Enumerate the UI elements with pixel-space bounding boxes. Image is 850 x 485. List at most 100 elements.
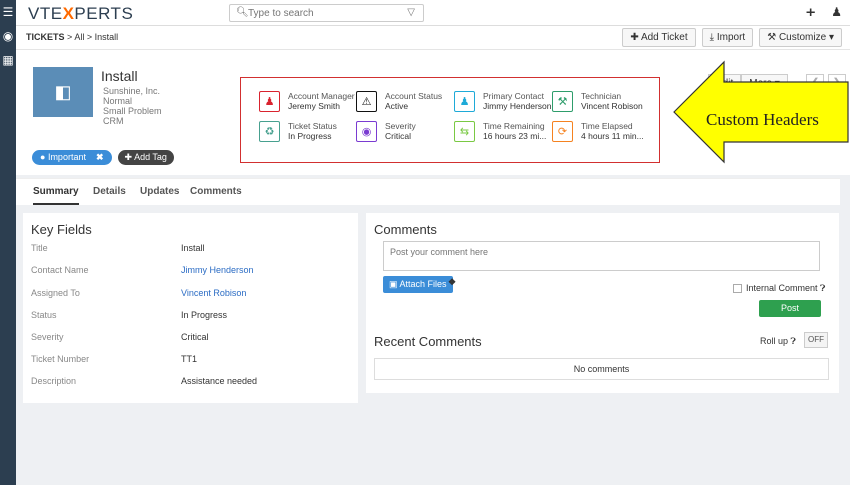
key-field-value[interactable]: In Progress <box>181 310 227 320</box>
plus-icon: ✚ <box>630 32 641 43</box>
contact-link[interactable]: Jimmy Henderson <box>181 265 254 275</box>
breadcrumb-module[interactable]: TICKETS <box>26 32 65 42</box>
breadcrumb-all[interactable]: All <box>74 32 84 42</box>
add-tag-button[interactable]: ✚ Add Tag <box>117 150 174 165</box>
key-field-label: Assigned To <box>31 288 80 298</box>
breadcrumb: TICKETS > All > Install <box>26 32 118 42</box>
comments-title: Comments <box>374 222 437 237</box>
key-field-value[interactable]: Critical <box>181 332 209 342</box>
import-button[interactable]: ⤓ Import <box>701 28 754 47</box>
header-field-ticket-status[interactable]: ♻ Ticket Status In Progress <box>259 120 359 146</box>
remove-tag-icon[interactable]: ✖︎ <box>96 152 104 162</box>
key-field-label: Description <box>31 376 77 386</box>
info-icon[interactable]: ❖ <box>448 277 456 288</box>
tab-updates[interactable]: Updates <box>140 186 179 197</box>
header-field-value: Jeremy Smith <box>288 101 340 111</box>
record-product: CRM <box>103 116 124 126</box>
rollup-toggle[interactable]: OFF <box>804 332 828 348</box>
add-ticket-button[interactable]: ✚ Add Ticket <box>622 28 696 47</box>
header-field-label: Time Elapsed <box>581 121 633 131</box>
download-icon: ⤓ <box>709 32 717 43</box>
logo-text-x: X <box>62 4 75 23</box>
tag-label: Important <box>47 152 86 162</box>
key-field-value: TT1 <box>181 354 198 364</box>
ticket-icon[interactable]: ▦ <box>0 52 16 68</box>
help-icon[interactable]: ❓︎ <box>820 283 825 293</box>
header-field-value: In Progress <box>288 131 332 141</box>
help-icon[interactable]: ❓︎ <box>791 336 796 346</box>
header-field-value: Vincent Robison <box>581 101 643 111</box>
logo-text-1: VTE <box>28 4 63 23</box>
menu-icon[interactable]: ☰ <box>0 4 16 20</box>
header-field-label: Time Remaining <box>483 121 545 131</box>
rollup-text: Roll up <box>760 336 789 346</box>
internal-comment-label: Internal Comment <box>746 283 818 293</box>
key-field-row: Status In Progress <box>31 310 351 324</box>
record-organization: Sunshine, Inc. <box>103 86 161 96</box>
breadcrumb-bar: TICKETS > All > Install ✚ Add Ticket ⤓ I… <box>16 26 850 50</box>
add-tag-label: Add Tag <box>134 152 167 162</box>
internal-comment-toggle[interactable]: Internal Comment ❓︎ <box>733 283 825 294</box>
header-field-time-remaining[interactable]: ⇆ Time Remaining 16 hours 23 mi... <box>454 120 554 146</box>
callout-label: Custom Headers <box>706 110 819 129</box>
header-field-label: Primary Contact <box>483 91 544 101</box>
ticket-thumbnail-icon: ◧ <box>33 67 93 117</box>
key-field-label: Status <box>31 310 57 320</box>
post-button[interactable]: Post <box>759 300 821 317</box>
record-priority: Normal <box>103 96 133 106</box>
lifebuoy-icon[interactable]: ◉ <box>0 28 16 44</box>
header-field-technician[interactable]: ⚒ Technician Vincent Robison <box>552 90 652 116</box>
app-logo[interactable]: VTEXPERTS <box>28 4 133 24</box>
assigned-to-link[interactable]: Vincent Robison <box>181 288 246 298</box>
key-field-row: Title Install <box>31 243 351 257</box>
header-field-severity[interactable]: ◉ Severity Critical <box>356 120 456 146</box>
user-menu-icon[interactable]: ♟ <box>831 5 842 19</box>
header-field-value: 16 hours 23 mi... <box>483 131 547 141</box>
tag-list: ● Important ✖︎ ✚ Add Tag <box>32 150 174 165</box>
key-field-value[interactable]: Assistance needed <box>181 376 257 386</box>
tab-comments[interactable]: Comments <box>190 186 242 197</box>
technician-icon: ⚒ <box>552 91 573 112</box>
top-bar: VTEXPERTS 🔍︎ ▽ ➕︎ ♟ <box>16 0 850 26</box>
recycle-icon: ♻ <box>259 121 280 142</box>
internal-comment-checkbox[interactable] <box>733 284 742 294</box>
header-field-label: Account Manager <box>288 91 355 101</box>
key-field-row: Description Assistance needed <box>31 376 351 390</box>
header-field-label: Technician <box>581 91 622 101</box>
key-field-value[interactable]: Install <box>181 243 205 253</box>
warning-icon: ⚠︎ <box>356 91 377 112</box>
key-field-row: Ticket Number TT1 <box>31 354 351 368</box>
comments-panel: Comments ▣ Attach Files ❖ Internal Comme… <box>366 213 839 393</box>
tag-important[interactable]: ● Important ✖︎ <box>32 150 112 165</box>
key-field-row: Assigned To Vincent Robison <box>31 288 351 302</box>
header-field-primary-contact[interactable]: ♟ Primary Contact Jimmy Henderson <box>454 90 554 116</box>
header-field-account-status[interactable]: ⚠︎ Account Status Active <box>356 90 456 116</box>
add-icon[interactable]: ➕︎ <box>806 5 815 19</box>
search-icon: 🔍︎ <box>236 7 249 18</box>
key-field-row: Severity Critical <box>31 332 351 346</box>
global-search[interactable]: 🔍︎ ▽ <box>229 4 424 22</box>
customize-label: Customize <box>778 32 827 43</box>
no-comments-message: No comments <box>374 358 829 380</box>
record-summary: Sunshine, Inc. Normal Small Problem CRM <box>103 86 162 126</box>
user-icon: ♟ <box>259 91 280 112</box>
breadcrumb-sep: > <box>67 32 73 42</box>
search-filter-icon[interactable]: ▽ <box>407 7 415 18</box>
attach-icon: ▣ <box>389 279 400 289</box>
key-field-row: Contact Name Jimmy Henderson <box>31 265 351 279</box>
tab-details[interactable]: Details <box>93 186 126 197</box>
search-input[interactable] <box>248 6 398 20</box>
header-field-time-elapsed[interactable]: ⟳ Time Elapsed 4 hours 11 min... <box>552 120 652 146</box>
key-field-label: Title <box>31 243 48 253</box>
key-field-label: Ticket Number <box>31 354 90 364</box>
eye-icon: ◉ <box>356 121 377 142</box>
arrows-icon: ⇆ <box>454 121 475 142</box>
customize-button[interactable]: ⚒ Customize ▾ <box>759 28 842 47</box>
header-field-account-manager[interactable]: ♟ Account Manager Jeremy Smith <box>259 90 359 116</box>
comment-input[interactable] <box>383 241 820 271</box>
rollup-label: Roll up ❓︎ <box>760 336 796 347</box>
tab-summary[interactable]: Summary <box>33 186 79 205</box>
top-right-icons: ➕︎ ♟ <box>790 5 842 20</box>
attach-files-button[interactable]: ▣ Attach Files <box>383 276 453 293</box>
header-field-value: 4 hours 11 min... <box>581 131 644 141</box>
